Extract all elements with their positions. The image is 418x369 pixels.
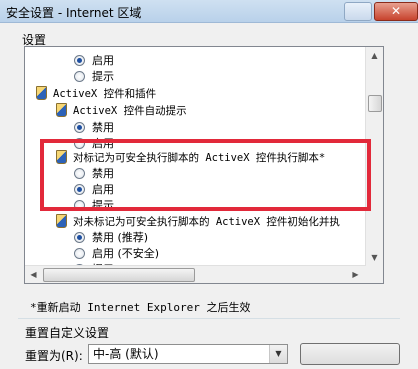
radio-label: 禁用 (推荐) — [92, 231, 149, 244]
radio-label: 提示 — [92, 70, 114, 83]
scroll-left-icon[interactable]: ◀ — [26, 267, 41, 282]
vertical-scrollbar[interactable]: ▲ ▼ — [365, 47, 383, 283]
scrollbar-corner — [366, 266, 383, 283]
list-item[interactable]: 提示 — [74, 197, 114, 213]
setting-group-icon — [36, 86, 47, 100]
title-bar: 安全设置 - Internet 区域 ✕ — [0, 0, 418, 23]
window-title: 安全设置 - Internet 区域 — [6, 6, 142, 20]
chevron-down-icon[interactable]: ▼ — [269, 345, 287, 363]
setting-group-icon — [56, 103, 67, 117]
restart-note: *重新启动 Internet Explorer 之后生效 — [30, 301, 251, 314]
list-item[interactable]: 禁用 — [74, 165, 114, 181]
list-item[interactable]: ActiveX 控件和插件 — [36, 85, 156, 101]
scroll-up-icon[interactable]: ▲ — [367, 48, 382, 63]
close-icon: ✕ — [390, 4, 402, 18]
radio-button[interactable] — [74, 199, 85, 211]
vertical-scroll-thumb[interactable] — [368, 95, 382, 112]
list-item[interactable]: 对标记为可安全执行脚本的 ActiveX 控件执行脚本* — [56, 149, 325, 165]
reset-section-title: 重置自定义设置 — [25, 326, 110, 340]
radio-label: 启用 (不安全) — [92, 247, 160, 260]
radio-label: 启用 — [92, 54, 114, 67]
divider — [18, 318, 400, 319]
horizontal-scrollbar[interactable]: ◀ ▶ — [25, 265, 366, 283]
horizontal-scroll-thumb[interactable] — [43, 268, 195, 282]
settings-list[interactable]: 启用 提示 ActiveX 控件和插件 ActiveX 控件自动提示 禁用 启用… — [24, 46, 384, 284]
list-item[interactable]: 启用 — [74, 181, 114, 197]
group-label: ActiveX 控件自动提示 — [73, 104, 187, 117]
radio-button[interactable] — [74, 137, 85, 149]
list-item[interactable]: ActiveX 控件自动提示 — [56, 102, 187, 118]
list-item[interactable]: 启用 — [74, 52, 114, 68]
radio-button[interactable] — [74, 167, 85, 179]
group-label: 对标记为可安全执行脚本的 ActiveX 控件执行脚本* — [73, 151, 326, 164]
scroll-down-icon[interactable]: ▼ — [367, 250, 382, 265]
scroll-right-icon[interactable]: ▶ — [348, 267, 363, 282]
group-label: 对未标记为可安全执行脚本的 ActiveX 控件初始化并执 — [73, 215, 340, 228]
list-item[interactable]: 提示 — [74, 68, 114, 84]
reset-level-select[interactable]: 中-高 (默认) ▼ — [88, 344, 288, 364]
radio-label: 启用 — [92, 183, 114, 196]
list-item[interactable]: 禁用 (推荐) — [74, 229, 148, 245]
reset-button[interactable] — [300, 343, 400, 365]
help-button[interactable] — [344, 2, 372, 21]
list-item[interactable]: 启用 (不安全) — [74, 245, 159, 261]
radio-label: 提示 — [92, 199, 114, 212]
list-item[interactable]: 对未标记为可安全执行脚本的 ActiveX 控件初始化并执 — [56, 213, 340, 229]
radio-button[interactable] — [74, 54, 85, 66]
radio-label: 禁用 — [92, 167, 114, 180]
list-item[interactable]: 禁用 — [74, 119, 114, 135]
radio-button[interactable] — [74, 231, 85, 243]
close-button[interactable]: ✕ — [374, 2, 418, 21]
reset-label: 重置为(R): — [25, 349, 83, 363]
radio-button[interactable] — [74, 183, 85, 195]
radio-button[interactable] — [74, 70, 85, 82]
group-label: ActiveX 控件和插件 — [53, 87, 157, 100]
setting-group-icon — [56, 214, 67, 228]
reset-level-value: 中-高 (默认) — [93, 347, 159, 361]
radio-label: 禁用 — [92, 121, 114, 134]
setting-group-icon — [56, 150, 67, 164]
radio-button[interactable] — [74, 247, 85, 259]
radio-button[interactable] — [74, 121, 85, 133]
window-controls: ✕ — [342, 0, 418, 22]
